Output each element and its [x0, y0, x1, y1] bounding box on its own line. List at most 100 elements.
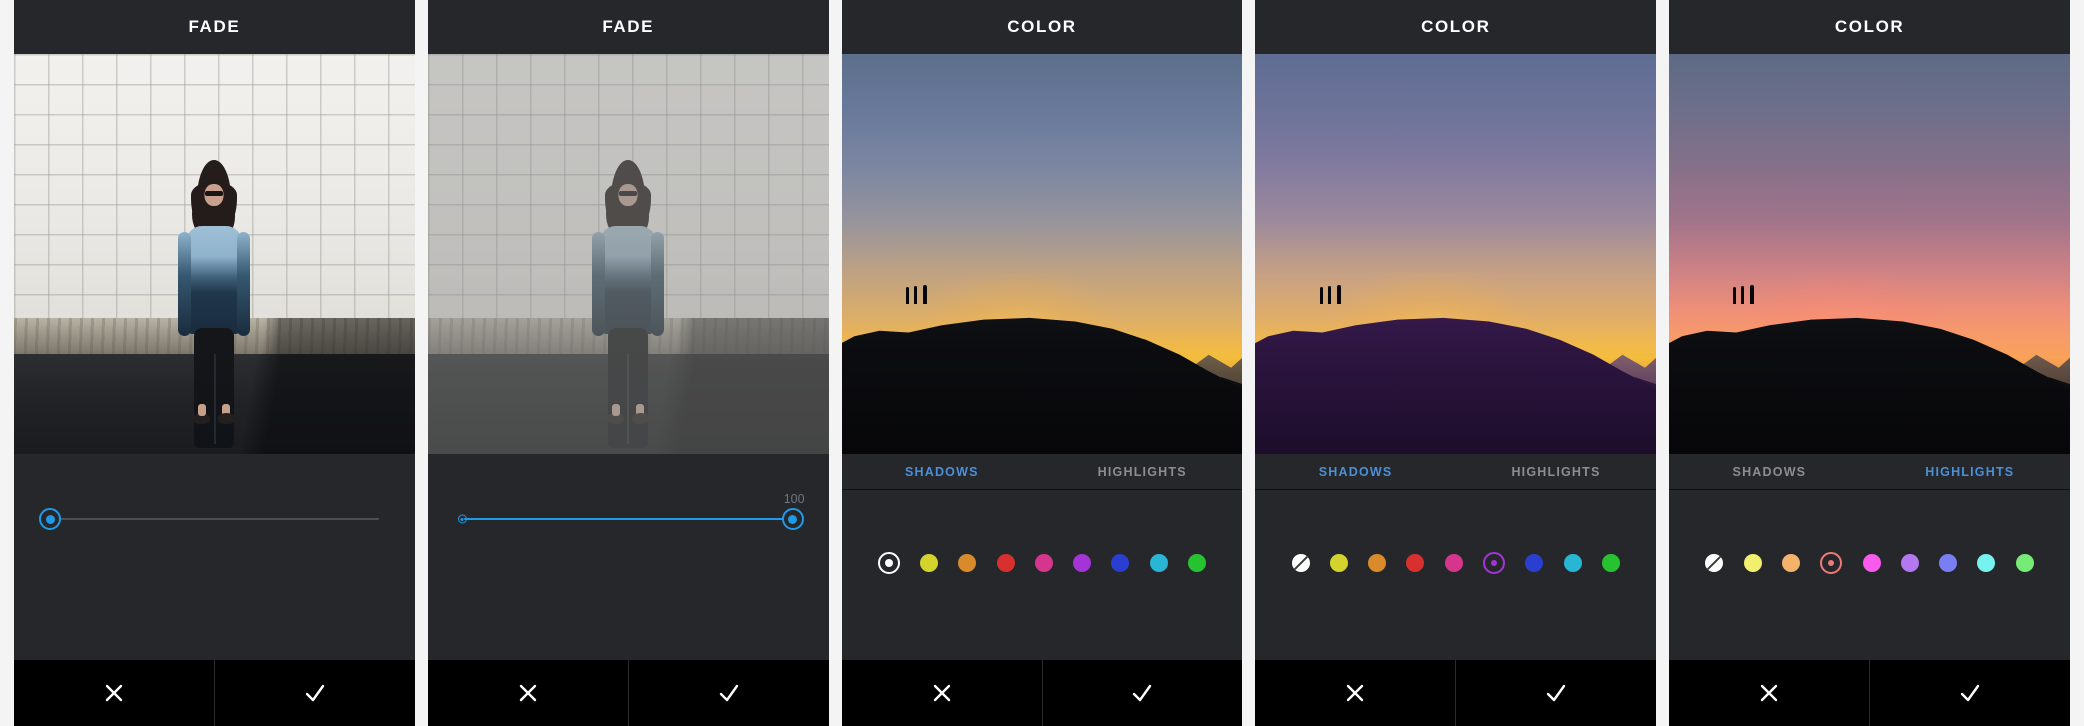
torso: [178, 226, 251, 336]
tone-range-tabs: SHADOWS HIGHLIGHTS: [841, 454, 1243, 490]
swatch-purple[interactable]: [1900, 554, 1919, 572]
action-bar: [841, 660, 1243, 726]
tab-shadows[interactable]: SHADOWS: [1669, 454, 1869, 489]
close-icon: [519, 684, 536, 702]
check-icon: [1133, 684, 1152, 702]
confirm-button[interactable]: [213, 660, 415, 726]
action-bar: [1669, 660, 2070, 726]
close-icon: [105, 684, 123, 702]
swatch-none[interactable]: [877, 552, 900, 574]
photo-preview-wall-portrait-faded: [427, 54, 829, 454]
hiker-silhouettes: [1319, 282, 1350, 304]
swatch-pink[interactable]: [1034, 554, 1053, 572]
swatch-yellow[interactable]: [1329, 554, 1348, 572]
close-icon: [933, 684, 950, 702]
legs: [194, 328, 235, 448]
swatch-blue[interactable]: [1939, 554, 1958, 572]
hiker-silhouettes: [905, 282, 936, 304]
cancel-button[interactable]: [14, 660, 214, 726]
swatch-purple[interactable]: [1482, 552, 1505, 574]
hiker-silhouettes: [1733, 282, 1763, 304]
slider-knob[interactable]: [781, 508, 804, 530]
swatch-blue[interactable]: [1111, 554, 1130, 572]
action-bar: [1255, 660, 1657, 726]
panel-title: FADE: [427, 0, 829, 54]
color-swatch-row: [1255, 552, 1656, 574]
feet: [607, 404, 650, 424]
feet: [193, 404, 236, 424]
controls-area: [1255, 490, 1657, 660]
swatch-pink[interactable]: [1862, 554, 1881, 572]
fade-slider[interactable]: [39, 508, 385, 530]
confirm-button[interactable]: [1041, 660, 1243, 726]
confirm-button[interactable]: [1869, 660, 2070, 726]
sunglasses-icon: [619, 191, 638, 196]
photo-preview-sunset-purple-shadows: [1255, 54, 1657, 454]
confirm-button[interactable]: [627, 660, 829, 726]
cancel-button[interactable]: [1255, 660, 1455, 726]
tone-range-tabs: SHADOWS HIGHLIGHTS: [1669, 454, 2070, 490]
swatch-green[interactable]: [1601, 554, 1620, 572]
tab-shadows[interactable]: SHADOWS: [842, 454, 1042, 489]
action-bar: [14, 660, 415, 726]
slider-track[interactable]: [457, 508, 804, 530]
color-swatch-row: [1669, 552, 2070, 574]
slider-knob[interactable]: [39, 508, 61, 530]
swatch-yellow[interactable]: [1743, 554, 1762, 572]
photo-preview-sunset-pink-highlights: [1669, 54, 2070, 454]
check-icon: [305, 684, 325, 702]
swatch-orange[interactable]: [1781, 554, 1800, 572]
slider-value-label: 100: [783, 492, 805, 506]
swatch-green[interactable]: [2015, 554, 2034, 572]
tab-highlights[interactable]: HIGHLIGHTS: [1042, 454, 1242, 489]
swatch-orange[interactable]: [1368, 554, 1387, 572]
close-icon: [1760, 684, 1778, 702]
cancel-button[interactable]: [1669, 660, 1869, 726]
swatch-blue[interactable]: [1525, 554, 1544, 572]
slider-fill: [463, 518, 793, 520]
controls-area: [1669, 490, 2070, 660]
color-swatch-row: [842, 552, 1243, 574]
swatch-red[interactable]: [996, 554, 1015, 572]
swatch-green[interactable]: [1187, 554, 1206, 572]
person-silhouette: [178, 160, 251, 448]
confirm-button[interactable]: [1455, 660, 1656, 726]
tab-highlights[interactable]: HIGHLIGHTS: [1456, 454, 1656, 489]
swatch-cyan[interactable]: [1977, 554, 1996, 572]
swatch-orange[interactable]: [958, 554, 977, 572]
panel-fade-zero: FADE: [14, 0, 415, 726]
legs: [608, 328, 649, 448]
slider-track[interactable]: [39, 508, 379, 530]
panel-title: COLOR: [1255, 0, 1657, 54]
panel-color-shadows-purple: COLOR SHADOWS HIGHLIGHTS: [1255, 0, 1657, 726]
controls-area: [841, 490, 1243, 660]
cancel-button[interactable]: [428, 660, 628, 726]
person-silhouette: [592, 160, 665, 448]
cancel-button[interactable]: [842, 660, 1042, 726]
swatch-yellow[interactable]: [920, 554, 939, 572]
panel-title: COLOR: [841, 0, 1243, 54]
swatch-none[interactable]: [1291, 554, 1310, 572]
tone-range-tabs: SHADOWS HIGHLIGHTS: [1255, 454, 1657, 490]
close-icon: [1347, 684, 1364, 702]
controls-area: [14, 454, 415, 660]
panel-color-shadows-none: COLOR SHADOWS HIGHLIGHTS: [841, 0, 1243, 726]
panel-color-highlights-red: COLOR SHADOWS HIGHLIGHTS: [1669, 0, 2070, 726]
panel-fade-hundred: FADE 100: [427, 0, 829, 726]
swatch-none[interactable]: [1705, 554, 1724, 572]
panel-title: COLOR: [1669, 0, 2070, 54]
panel-title: FADE: [14, 0, 415, 54]
tab-highlights[interactable]: HIGHLIGHTS: [1870, 454, 2070, 489]
tab-shadows[interactable]: SHADOWS: [1255, 454, 1455, 489]
swatch-cyan[interactable]: [1149, 554, 1168, 572]
check-icon: [719, 684, 738, 702]
controls-area: 100: [427, 454, 829, 660]
swatch-red[interactable]: [1820, 552, 1843, 574]
swatch-pink[interactable]: [1444, 554, 1463, 572]
fade-slider[interactable]: 100: [457, 492, 805, 530]
swatch-cyan[interactable]: [1563, 554, 1582, 572]
swatch-purple[interactable]: [1073, 554, 1092, 572]
swatch-red[interactable]: [1406, 554, 1425, 572]
check-icon: [1547, 684, 1566, 702]
torso: [592, 226, 665, 336]
